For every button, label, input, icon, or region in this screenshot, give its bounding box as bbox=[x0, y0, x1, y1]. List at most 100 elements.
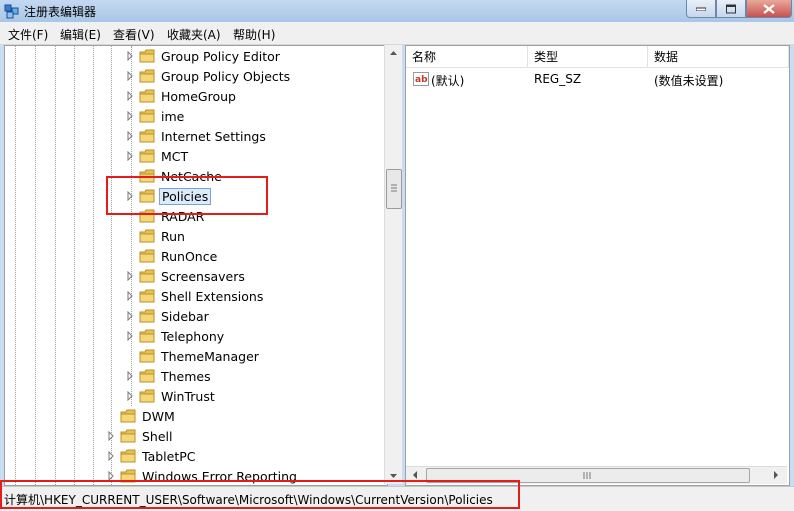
tree-node-label: ThemeManager bbox=[161, 348, 259, 364]
tree-node-label: Themes bbox=[161, 368, 211, 384]
tree-node[interactable]: Shell Extensions bbox=[125, 286, 265, 306]
close-icon bbox=[763, 3, 775, 14]
tree-node[interactable]: Run bbox=[125, 226, 187, 246]
tree-node-label: Group Policy Editor bbox=[161, 48, 280, 64]
tree-node-label: WinTrust bbox=[161, 388, 215, 404]
maximize-icon bbox=[726, 4, 736, 13]
tree-node[interactable]: Themes bbox=[125, 366, 213, 386]
tree-node-label: DWM bbox=[142, 408, 175, 424]
expand-arrow-icon[interactable] bbox=[125, 131, 135, 141]
minimize-icon bbox=[696, 7, 706, 11]
title-bar: 注册表编辑器 bbox=[0, 0, 794, 22]
tree-guide-line bbox=[35, 46, 36, 485]
tree-node[interactable]: TabletPC bbox=[106, 446, 198, 466]
folder-icon bbox=[139, 129, 155, 143]
menu-bar: 文件(F) 编辑(E) 查看(V) 收藏夹(A) 帮助(H) bbox=[0, 22, 794, 45]
values-panel[interactable]: 名称 类型 数据 ab (默认) REG_SZ (数值未设置) bbox=[405, 45, 790, 486]
grip-icon bbox=[391, 184, 397, 192]
tree-node-label: RunOnce bbox=[161, 248, 218, 264]
expand-arrow-icon[interactable] bbox=[125, 71, 135, 81]
expand-arrow-icon[interactable] bbox=[125, 111, 135, 121]
folder-icon bbox=[139, 389, 155, 403]
highlight-box-path bbox=[0, 480, 520, 509]
tree-guide-line bbox=[74, 46, 75, 485]
arrow-right-icon[interactable] bbox=[769, 468, 783, 482]
menu-favorites[interactable]: 收藏夹(A) bbox=[165, 25, 223, 44]
tree-node-label: Shell bbox=[142, 428, 173, 444]
tree-node[interactable]: DWM bbox=[106, 406, 177, 426]
folder-icon bbox=[120, 449, 136, 463]
tree-node[interactable]: MCT bbox=[125, 146, 190, 166]
folder-icon bbox=[139, 369, 155, 383]
expand-arrow-icon[interactable] bbox=[125, 391, 135, 401]
expand-arrow-icon[interactable] bbox=[125, 151, 135, 161]
regedit-icon bbox=[4, 4, 19, 19]
tree-node-label: Shell Extensions bbox=[161, 288, 264, 304]
tree-node[interactable]: ThemeManager bbox=[125, 346, 261, 366]
tree-node[interactable]: WinTrust bbox=[125, 386, 217, 406]
column-type-header[interactable]: 类型 bbox=[528, 46, 648, 68]
tree-node-label: TabletPC bbox=[142, 448, 196, 464]
value-data: (数值未设置) bbox=[654, 74, 724, 88]
arrow-up-icon bbox=[390, 51, 397, 55]
value-type: REG_SZ bbox=[534, 72, 582, 86]
tree-vertical-scrollbar[interactable] bbox=[384, 45, 402, 484]
tree-node-label: Internet Settings bbox=[161, 128, 266, 144]
tree-node[interactable]: Group Policy Objects bbox=[125, 66, 292, 86]
tree-guide-line bbox=[15, 46, 16, 485]
minimize-button[interactable] bbox=[686, 0, 716, 18]
registry-tree[interactable]: Group Policy Editor Group Policy Objects H… bbox=[4, 45, 388, 486]
expand-arrow-icon[interactable] bbox=[125, 271, 135, 281]
window-title: 注册表编辑器 bbox=[24, 5, 97, 19]
expand-arrow-icon[interactable] bbox=[125, 91, 135, 101]
folder-icon bbox=[120, 409, 136, 423]
maximize-button[interactable] bbox=[716, 0, 746, 18]
tree-guide-line bbox=[93, 46, 94, 485]
folder-icon bbox=[139, 349, 155, 363]
tree-node-label: MCT bbox=[161, 148, 189, 164]
expand-arrow-icon[interactable] bbox=[125, 291, 135, 301]
tree-node-label: HomeGroup bbox=[161, 88, 236, 104]
folder-icon bbox=[139, 269, 155, 283]
menu-file[interactable]: 文件(F) bbox=[6, 25, 50, 44]
tree-guide-line bbox=[55, 46, 56, 485]
tree-node[interactable]: Internet Settings bbox=[125, 126, 268, 146]
svg-text:ab: ab bbox=[415, 75, 428, 85]
value-name: (默认) bbox=[431, 74, 465, 88]
tree-node-label: Group Policy Objects bbox=[161, 68, 291, 84]
expand-arrow-icon[interactable] bbox=[125, 51, 135, 61]
tree-node[interactable]: Group Policy Editor bbox=[125, 46, 282, 66]
folder-icon bbox=[139, 69, 155, 83]
tree-node-label: Screensavers bbox=[161, 268, 245, 284]
folder-icon bbox=[139, 249, 155, 263]
menu-edit[interactable]: 编辑(E) bbox=[58, 25, 103, 44]
expand-arrow-icon[interactable] bbox=[106, 451, 116, 461]
menu-view[interactable]: 查看(V) bbox=[111, 25, 157, 44]
tree-node[interactable]: Sidebar bbox=[125, 306, 211, 326]
tree-node[interactable]: Screensavers bbox=[125, 266, 247, 286]
folder-icon bbox=[139, 109, 155, 123]
scroll-up-button[interactable] bbox=[385, 45, 402, 62]
folder-icon bbox=[139, 49, 155, 63]
close-button[interactable] bbox=[746, 0, 792, 18]
expand-arrow-icon[interactable] bbox=[125, 331, 135, 341]
tree-node[interactable]: Telephony bbox=[125, 326, 226, 346]
expand-arrow-icon[interactable] bbox=[106, 431, 116, 441]
column-data-header[interactable]: 数据 bbox=[648, 46, 789, 68]
tree-node-label: Telephony bbox=[161, 328, 225, 344]
folder-icon bbox=[120, 429, 136, 443]
tree-node[interactable]: Shell bbox=[106, 426, 175, 446]
folder-icon bbox=[139, 289, 155, 303]
column-name-header[interactable]: 名称 bbox=[406, 46, 528, 68]
tree-scroll-thumb[interactable] bbox=[386, 169, 402, 209]
folder-icon bbox=[139, 309, 155, 323]
highlight-box-policies bbox=[106, 176, 268, 215]
tree-node-label: Run bbox=[161, 228, 185, 244]
tree-node[interactable]: RunOnce bbox=[125, 246, 219, 266]
expand-arrow-icon[interactable] bbox=[125, 311, 135, 321]
tree-node[interactable]: HomeGroup bbox=[125, 86, 238, 106]
menu-help[interactable]: 帮助(H) bbox=[231, 25, 277, 44]
folder-icon bbox=[139, 229, 155, 243]
tree-node[interactable]: ime bbox=[125, 106, 186, 126]
expand-arrow-icon[interactable] bbox=[125, 371, 135, 381]
